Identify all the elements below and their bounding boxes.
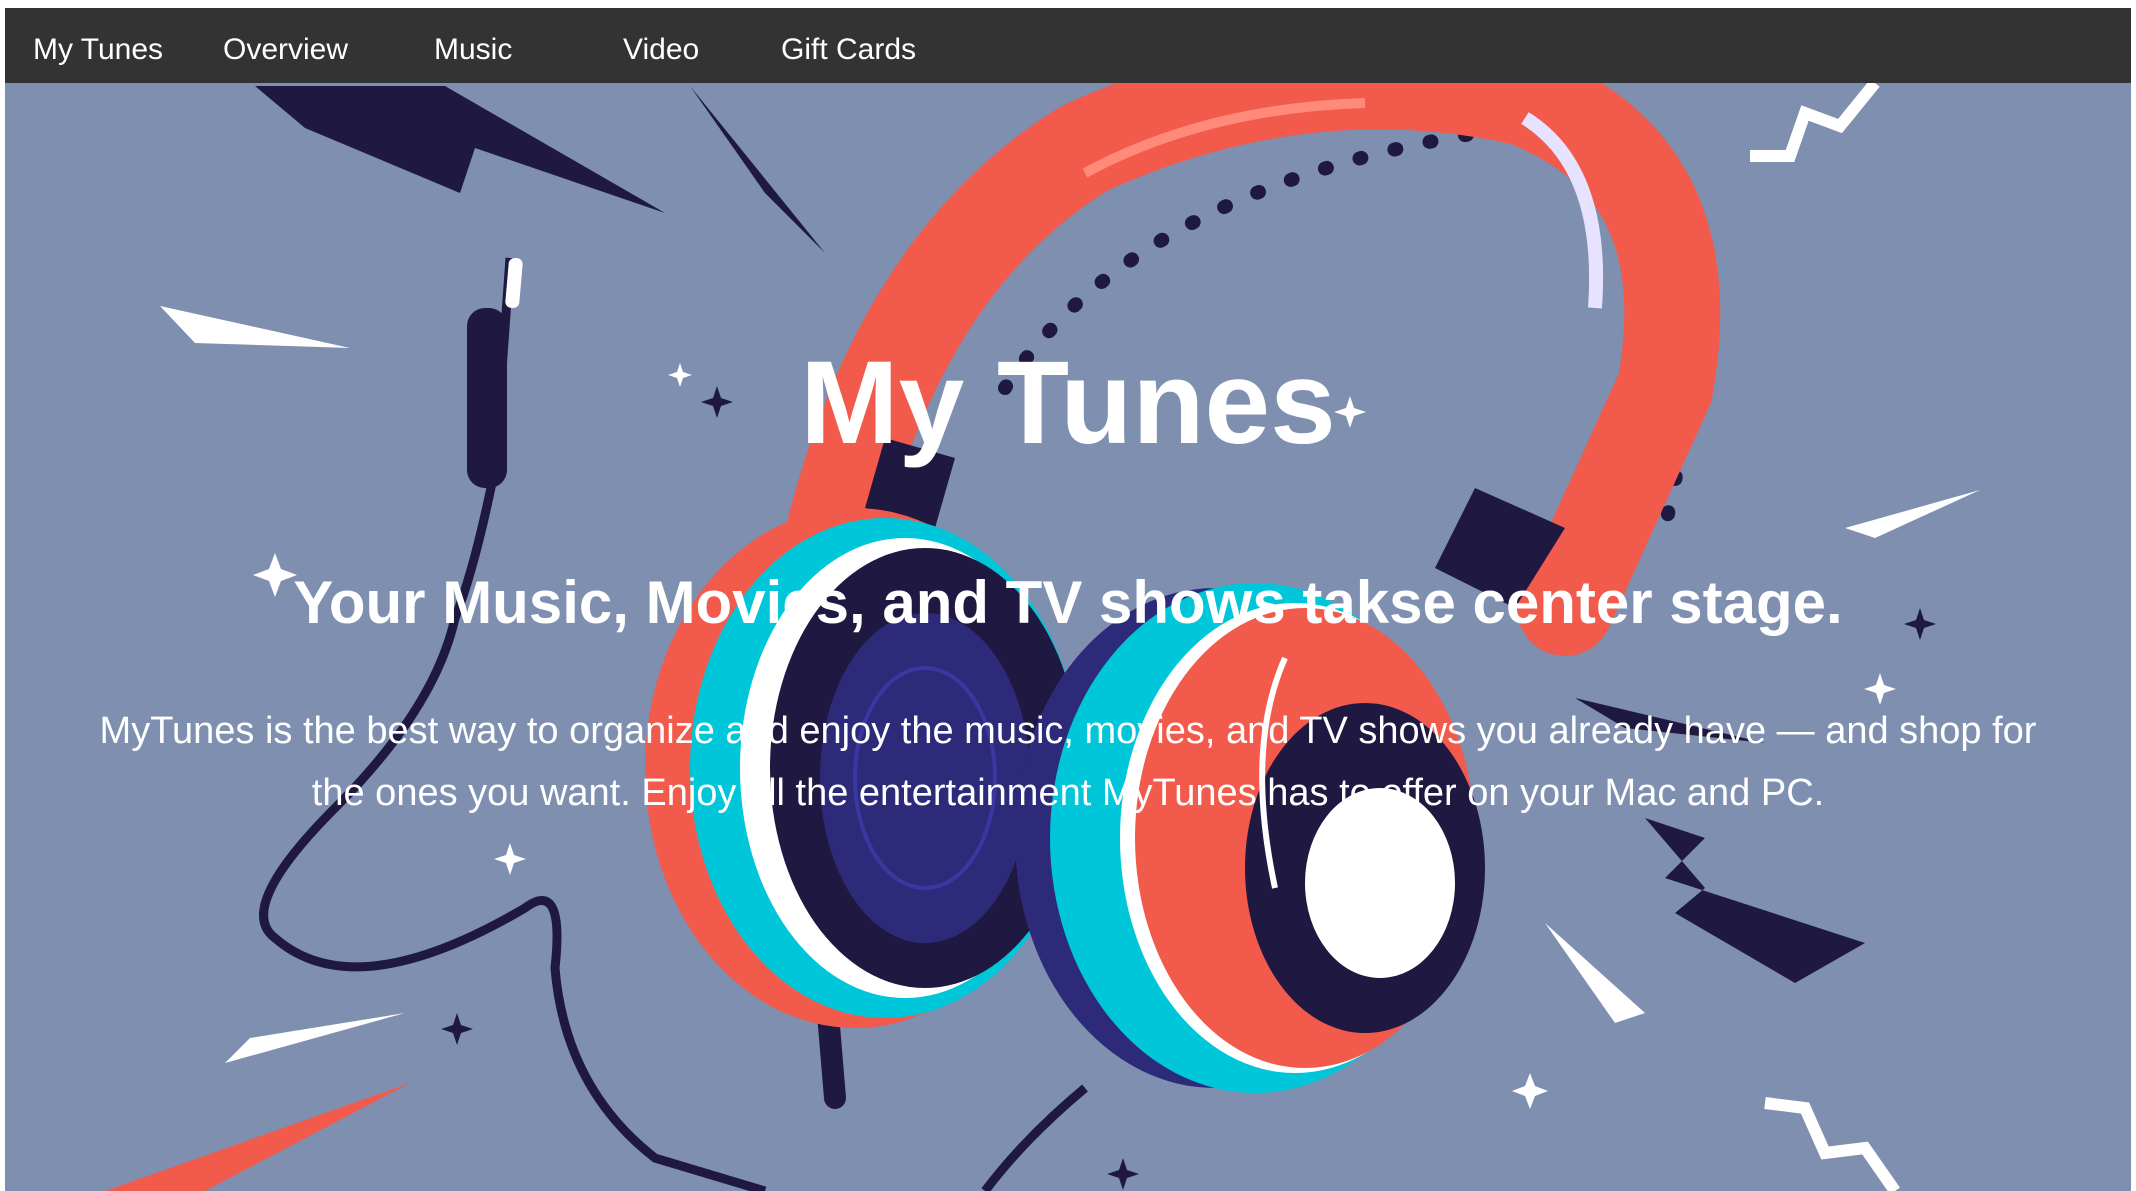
nav-item-gift-cards[interactable]: Gift Cards (781, 8, 916, 83)
nav-item-video[interactable]: Video (623, 8, 699, 83)
hero-description: MyTunes is the best way to organize and … (99, 710, 2037, 814)
top-navbar: My Tunes Overview Music Video Gift Cards (5, 8, 2131, 83)
page-frame: My Tunes Overview Music Video Gift Cards (5, 8, 2131, 1191)
nav-item-music[interactable]: Music (434, 8, 512, 83)
hero-section: My Tunes Your Music, Movies, and TV show… (5, 8, 2131, 1191)
hero-subtitle: Your Music, Movies, and TV shows takse c… (293, 569, 1843, 636)
hero-title: My Tunes (800, 337, 1336, 469)
nav-item-overview[interactable]: Overview (223, 8, 348, 83)
nav-brand-link[interactable]: My Tunes (33, 8, 163, 83)
